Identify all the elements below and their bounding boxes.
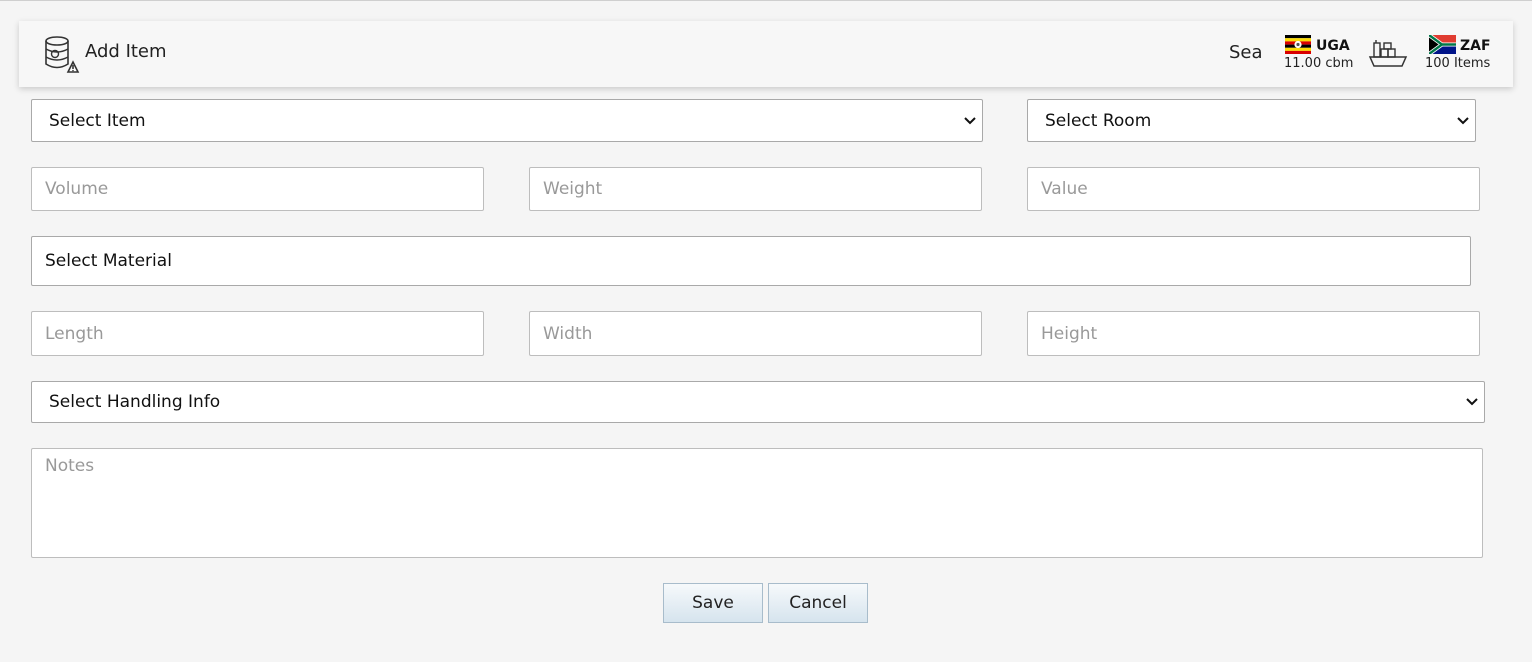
origin-country: UGA 11.00 cbm (1282, 35, 1354, 75)
chevron-down-icon (1466, 398, 1478, 406)
destination-country: ZAF 100 Items (1424, 35, 1494, 75)
shipping-mode-label: Sea (1229, 42, 1263, 63)
length-input[interactable]: Length (31, 311, 484, 356)
value-input[interactable]: Value (1027, 167, 1480, 211)
origin-volume: 11.00 cbm (1284, 56, 1354, 71)
height-placeholder: Height (1041, 323, 1098, 344)
handling-info-select[interactable]: Select Handling Info (31, 381, 1485, 423)
material-select[interactable]: Select Material (31, 236, 1471, 286)
south-africa-flag-icon (1429, 35, 1456, 54)
barrel-warning-icon (45, 36, 80, 73)
room-select[interactable]: Select Room (1027, 99, 1476, 142)
origin-code: UGA (1316, 38, 1350, 54)
width-placeholder: Width (543, 323, 593, 344)
page-title: Add Item (85, 41, 167, 62)
item-select[interactable]: Select Item (31, 99, 983, 142)
value-placeholder: Value (1041, 179, 1088, 199)
cargo-ship-icon (1368, 40, 1408, 67)
destination-code: ZAF (1460, 38, 1491, 54)
width-input[interactable]: Width (529, 311, 982, 356)
cancel-button[interactable]: Cancel (768, 583, 868, 623)
height-input[interactable]: Height (1027, 311, 1480, 356)
length-placeholder: Length (45, 323, 104, 344)
volume-input[interactable]: Volume (31, 167, 484, 211)
notes-placeholder: Notes (45, 456, 95, 476)
handling-select-value: Select Handling Info (49, 392, 221, 412)
volume-placeholder: Volume (45, 179, 109, 199)
chevron-down-icon (964, 116, 976, 124)
weight-input[interactable]: Weight (529, 167, 982, 211)
item-select-value: Select Item (49, 110, 146, 131)
chevron-down-icon (1457, 116, 1469, 124)
header-bar: Add Item Sea UGA 11.00 cbm ZAF 100 Items (19, 21, 1513, 87)
uganda-flag-icon (1285, 35, 1311, 54)
material-select-value: Select Material (45, 251, 172, 271)
room-select-value: Select Room (1045, 110, 1152, 131)
destination-items: 100 Items (1425, 56, 1491, 71)
save-button[interactable]: Save (663, 583, 763, 623)
notes-textarea[interactable]: Notes (31, 448, 1483, 558)
weight-placeholder: Weight (543, 179, 603, 199)
